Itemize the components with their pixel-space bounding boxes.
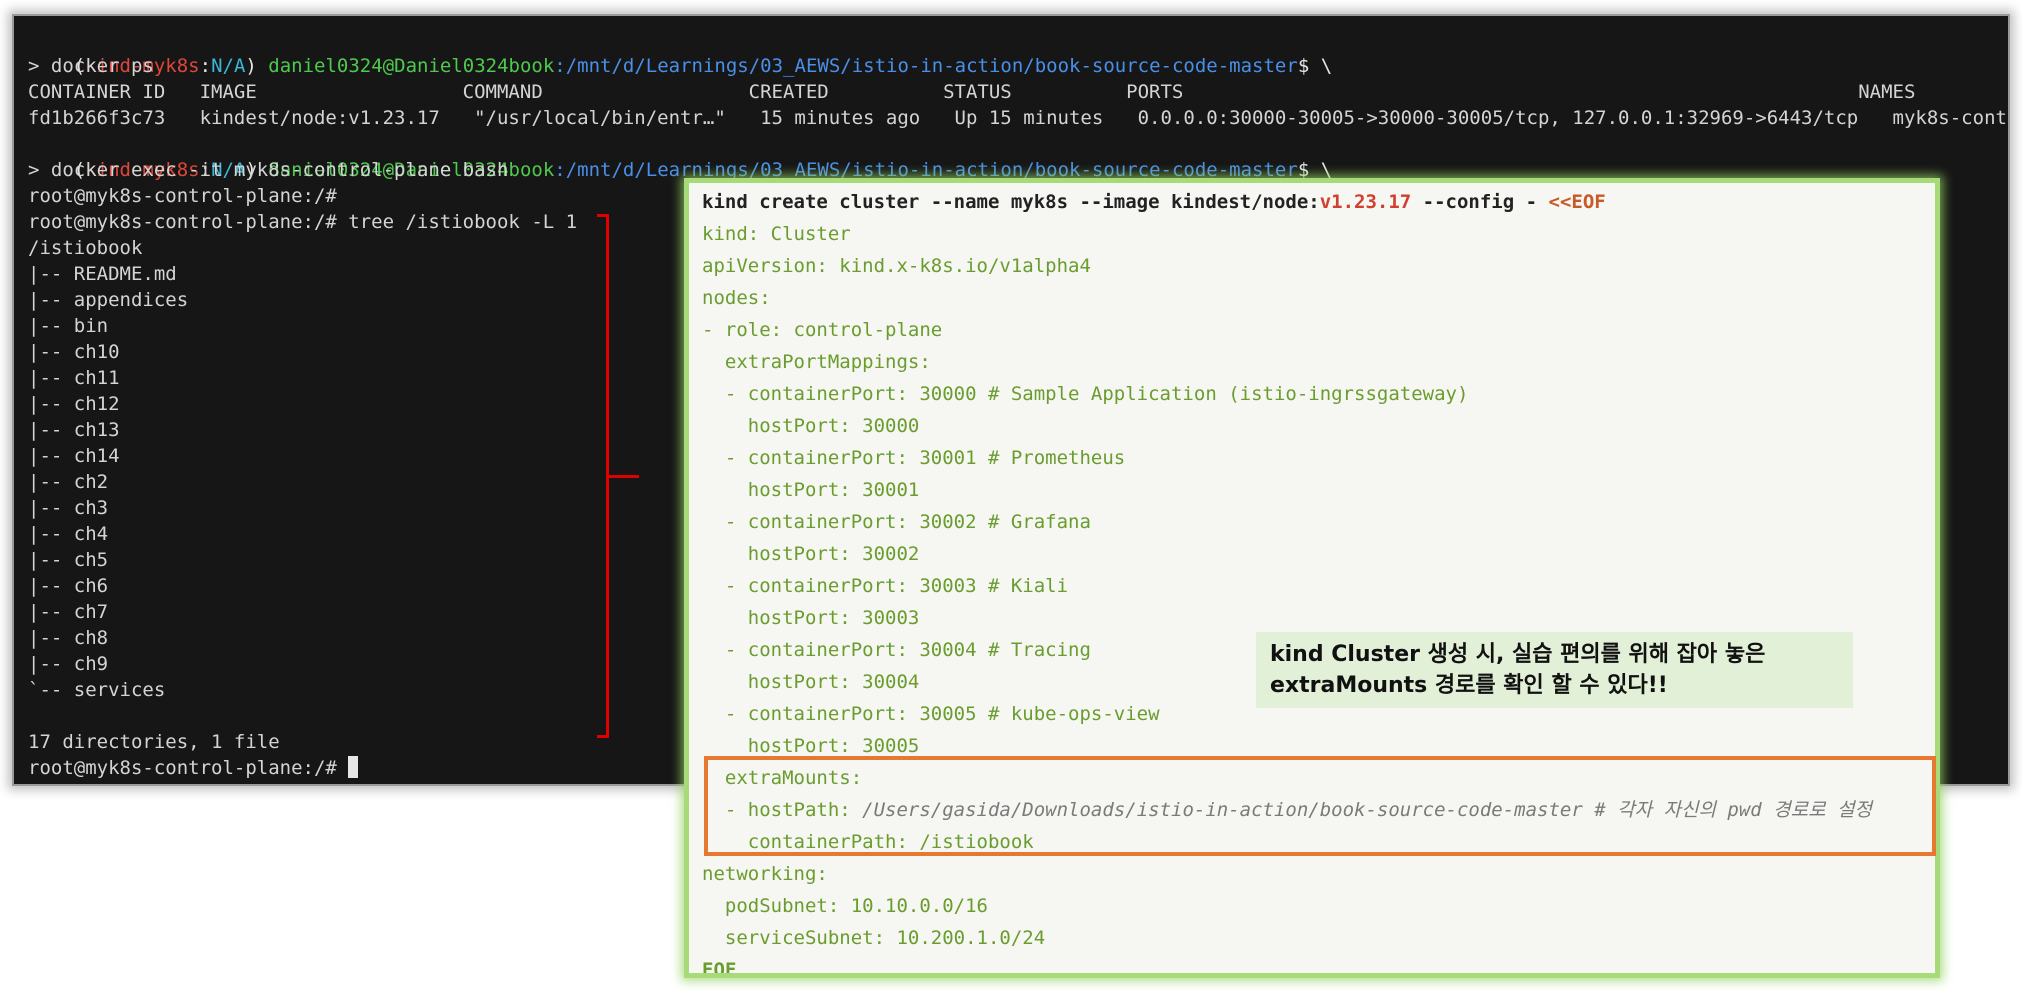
docker-ps-row: fd1b266f3c73 kindest/node:v1.23.17 "/usr… <box>28 107 2010 129</box>
code-line: nodes: <box>702 287 771 309</box>
command-config: --config - <box>1411 191 1549 213</box>
code-line: - containerPort: 30002 # Grafana <box>702 511 1091 533</box>
terminal-line: > docker exec -it myk8s-control-plane ba… <box>28 159 509 181</box>
code-line: hostPort: 30000 <box>702 415 920 437</box>
tree-item: |-- ch9 <box>28 653 109 675</box>
tree-root: /istiobook <box>28 237 143 259</box>
code-line: serviceSubnet: 10.200.1.0/24 <box>702 927 1046 949</box>
code-line: extraPortMappings: <box>702 351 931 373</box>
code-line: - containerPort: 30003 # Kiali <box>702 575 1069 597</box>
prompt-namespace: N/A <box>211 55 246 77</box>
code-line: hostPort: 30004 <box>702 671 920 693</box>
command-text: kind create cluster --name myk8s --image… <box>702 191 1320 213</box>
tree-item: |-- README.md <box>28 263 177 285</box>
tree-item: |-- ch5 <box>28 549 109 571</box>
tree-item: |-- ch10 <box>28 341 120 363</box>
heredoc-end: EOF <box>702 959 737 978</box>
tree-item: |-- ch6 <box>28 575 109 597</box>
tree-item: |-- ch11 <box>28 367 120 389</box>
tree-item: |-- ch12 <box>28 393 120 415</box>
tree-output-bracket <box>597 214 609 738</box>
current-prompt-text: root@myk8s-control-plane:/# <box>28 757 349 779</box>
code-line: hostPort: 30003 <box>702 607 920 629</box>
terminal-line: > docker ps <box>28 55 154 77</box>
code-line: - containerPort: 30000 # Sample Applicat… <box>702 383 1469 405</box>
prompt-colon: : <box>199 55 212 77</box>
tree-item: |-- appendices <box>28 289 189 311</box>
image-version: v1.23.17 <box>1319 191 1412 213</box>
code-line: hostPort: 30001 <box>702 479 920 501</box>
code-line: apiVersion: kind.x-k8s.io/v1alpha4 <box>702 255 1091 277</box>
code-line: networking: <box>702 863 828 885</box>
docker-ps-header: CONTAINER ID IMAGE COMMAND CREATED STATU… <box>28 81 1916 103</box>
terminal-line: root@myk8s-control-plane:/# tree /istiob… <box>28 211 578 233</box>
prompt-suffix: $ \ <box>1297 55 1333 77</box>
tree-item: |-- ch13 <box>28 419 120 441</box>
tree-item: |-- ch3 <box>28 497 109 519</box>
terminal-line: root@myk8s-control-plane:/# <box>28 185 337 207</box>
tree-item: |-- ch4 <box>28 523 109 545</box>
tree-summary: 17 directories, 1 file <box>28 731 280 753</box>
code-line: - containerPort: 30005 # kube-ops-view <box>702 703 1160 725</box>
kind-create-command: kind create cluster --name myk8s --image… <box>702 189 1606 215</box>
tree-item: |-- ch8 <box>28 627 109 649</box>
tree-item: |-- ch7 <box>28 601 109 623</box>
code-line: - role: control-plane <box>702 319 943 341</box>
prompt-paren-close: ) <box>245 55 257 77</box>
tree-item: |-- bin <box>28 315 109 337</box>
cursor-icon <box>348 756 359 778</box>
tree-item: `-- services <box>28 679 166 701</box>
tree-output-bracket-tick <box>609 475 639 478</box>
code-line: kind: Cluster <box>702 223 851 245</box>
annotation-note: kind Cluster 생성 시, 실습 편의를 위해 잡아 놓은 extra… <box>1256 632 1853 708</box>
current-prompt[interactable]: root@myk8s-control-plane:/# <box>28 755 359 781</box>
heredoc-start: <<EOF <box>1548 191 1606 213</box>
code-line: hostPort: 30002 <box>702 543 920 565</box>
tree-item: |-- ch2 <box>28 471 109 493</box>
prompt-user-host: daniel0324@Daniel0324book <box>268 55 555 77</box>
tree-item: |-- ch14 <box>28 445 120 467</box>
extra-mounts-highlight <box>704 756 1936 856</box>
code-line: - containerPort: 30001 # Prometheus <box>702 447 1126 469</box>
prompt-path: :/mnt/d/Learnings/03_AEWS/istio-in-actio… <box>554 55 1298 77</box>
note-line-2: extraMounts 경로를 확인 할 수 있다!! <box>1270 673 1668 698</box>
note-line-1: kind Cluster 생성 시, 실습 편의를 위해 잡아 놓은 <box>1270 642 1766 667</box>
kind-config-code-box: kind create cluster --name myk8s --image… <box>684 178 1940 978</box>
code-line: - containerPort: 30004 # Tracing <box>702 639 1091 661</box>
code-line: podSubnet: 10.10.0.0/16 <box>702 895 988 917</box>
